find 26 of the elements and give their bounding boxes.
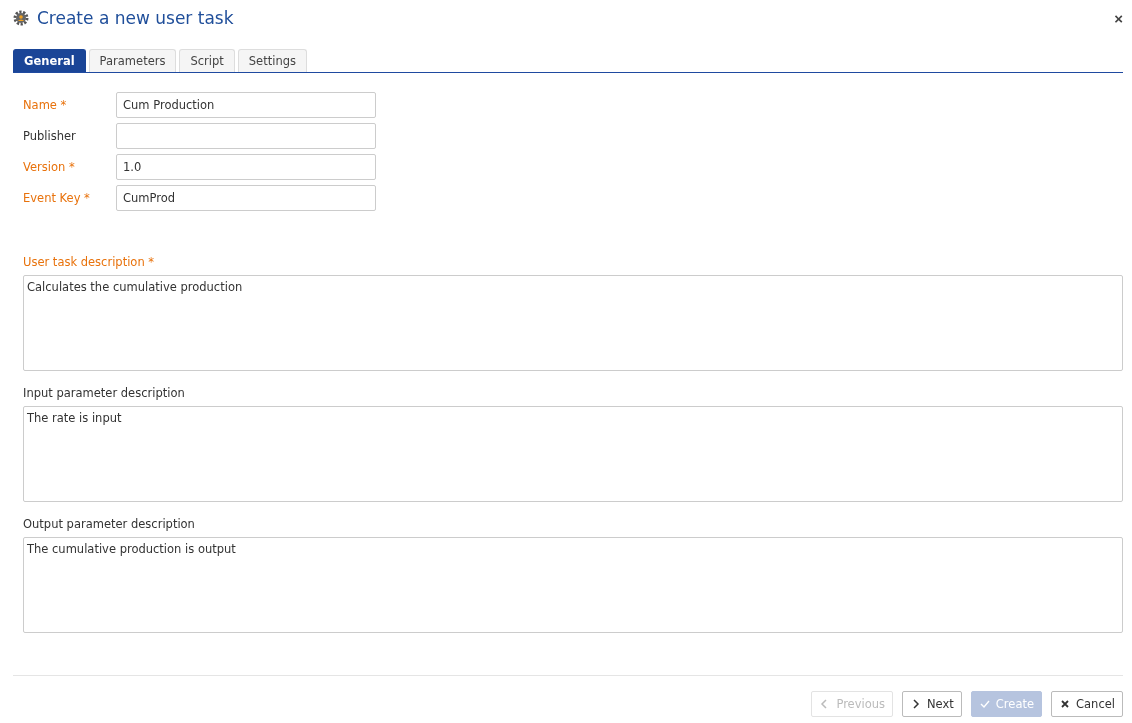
text-area[interactable]: Calculates the cumulative production bbox=[23, 275, 1123, 371]
field-label: Output parameter description bbox=[23, 517, 196, 531]
gear-icon bbox=[13, 10, 29, 26]
field-label: Name * bbox=[23, 98, 68, 112]
field-label: User task description * bbox=[23, 255, 156, 269]
input-field[interactable]: CumProd bbox=[116, 185, 376, 211]
input-field[interactable] bbox=[116, 123, 376, 149]
field-label: Event Key * bbox=[23, 191, 91, 205]
tab[interactable]: General bbox=[13, 49, 86, 72]
tab[interactable]: Parameters bbox=[88, 49, 177, 72]
next-button[interactable]: Next bbox=[902, 691, 962, 717]
tab[interactable]: Settings bbox=[237, 49, 307, 72]
field-label: Version * bbox=[23, 160, 76, 174]
check-icon bbox=[978, 698, 991, 710]
tab[interactable]: Script bbox=[179, 49, 235, 72]
input-field[interactable]: Cum Production bbox=[116, 92, 376, 118]
field-label: Input parameter description bbox=[23, 386, 186, 400]
text-area[interactable]: The cumulative production is output bbox=[23, 537, 1123, 633]
close-button[interactable]: × bbox=[1114, 9, 1123, 27]
chevron-right-icon bbox=[910, 698, 922, 710]
text-area[interactable]: The rate is input bbox=[23, 406, 1123, 502]
window-title: Create a new user task bbox=[37, 8, 235, 28]
input-field[interactable]: 1.0 bbox=[116, 154, 376, 180]
cancel-button[interactable]: Cancel bbox=[1051, 691, 1123, 717]
field-label: Publisher bbox=[23, 129, 77, 143]
close-icon bbox=[1059, 698, 1072, 710]
